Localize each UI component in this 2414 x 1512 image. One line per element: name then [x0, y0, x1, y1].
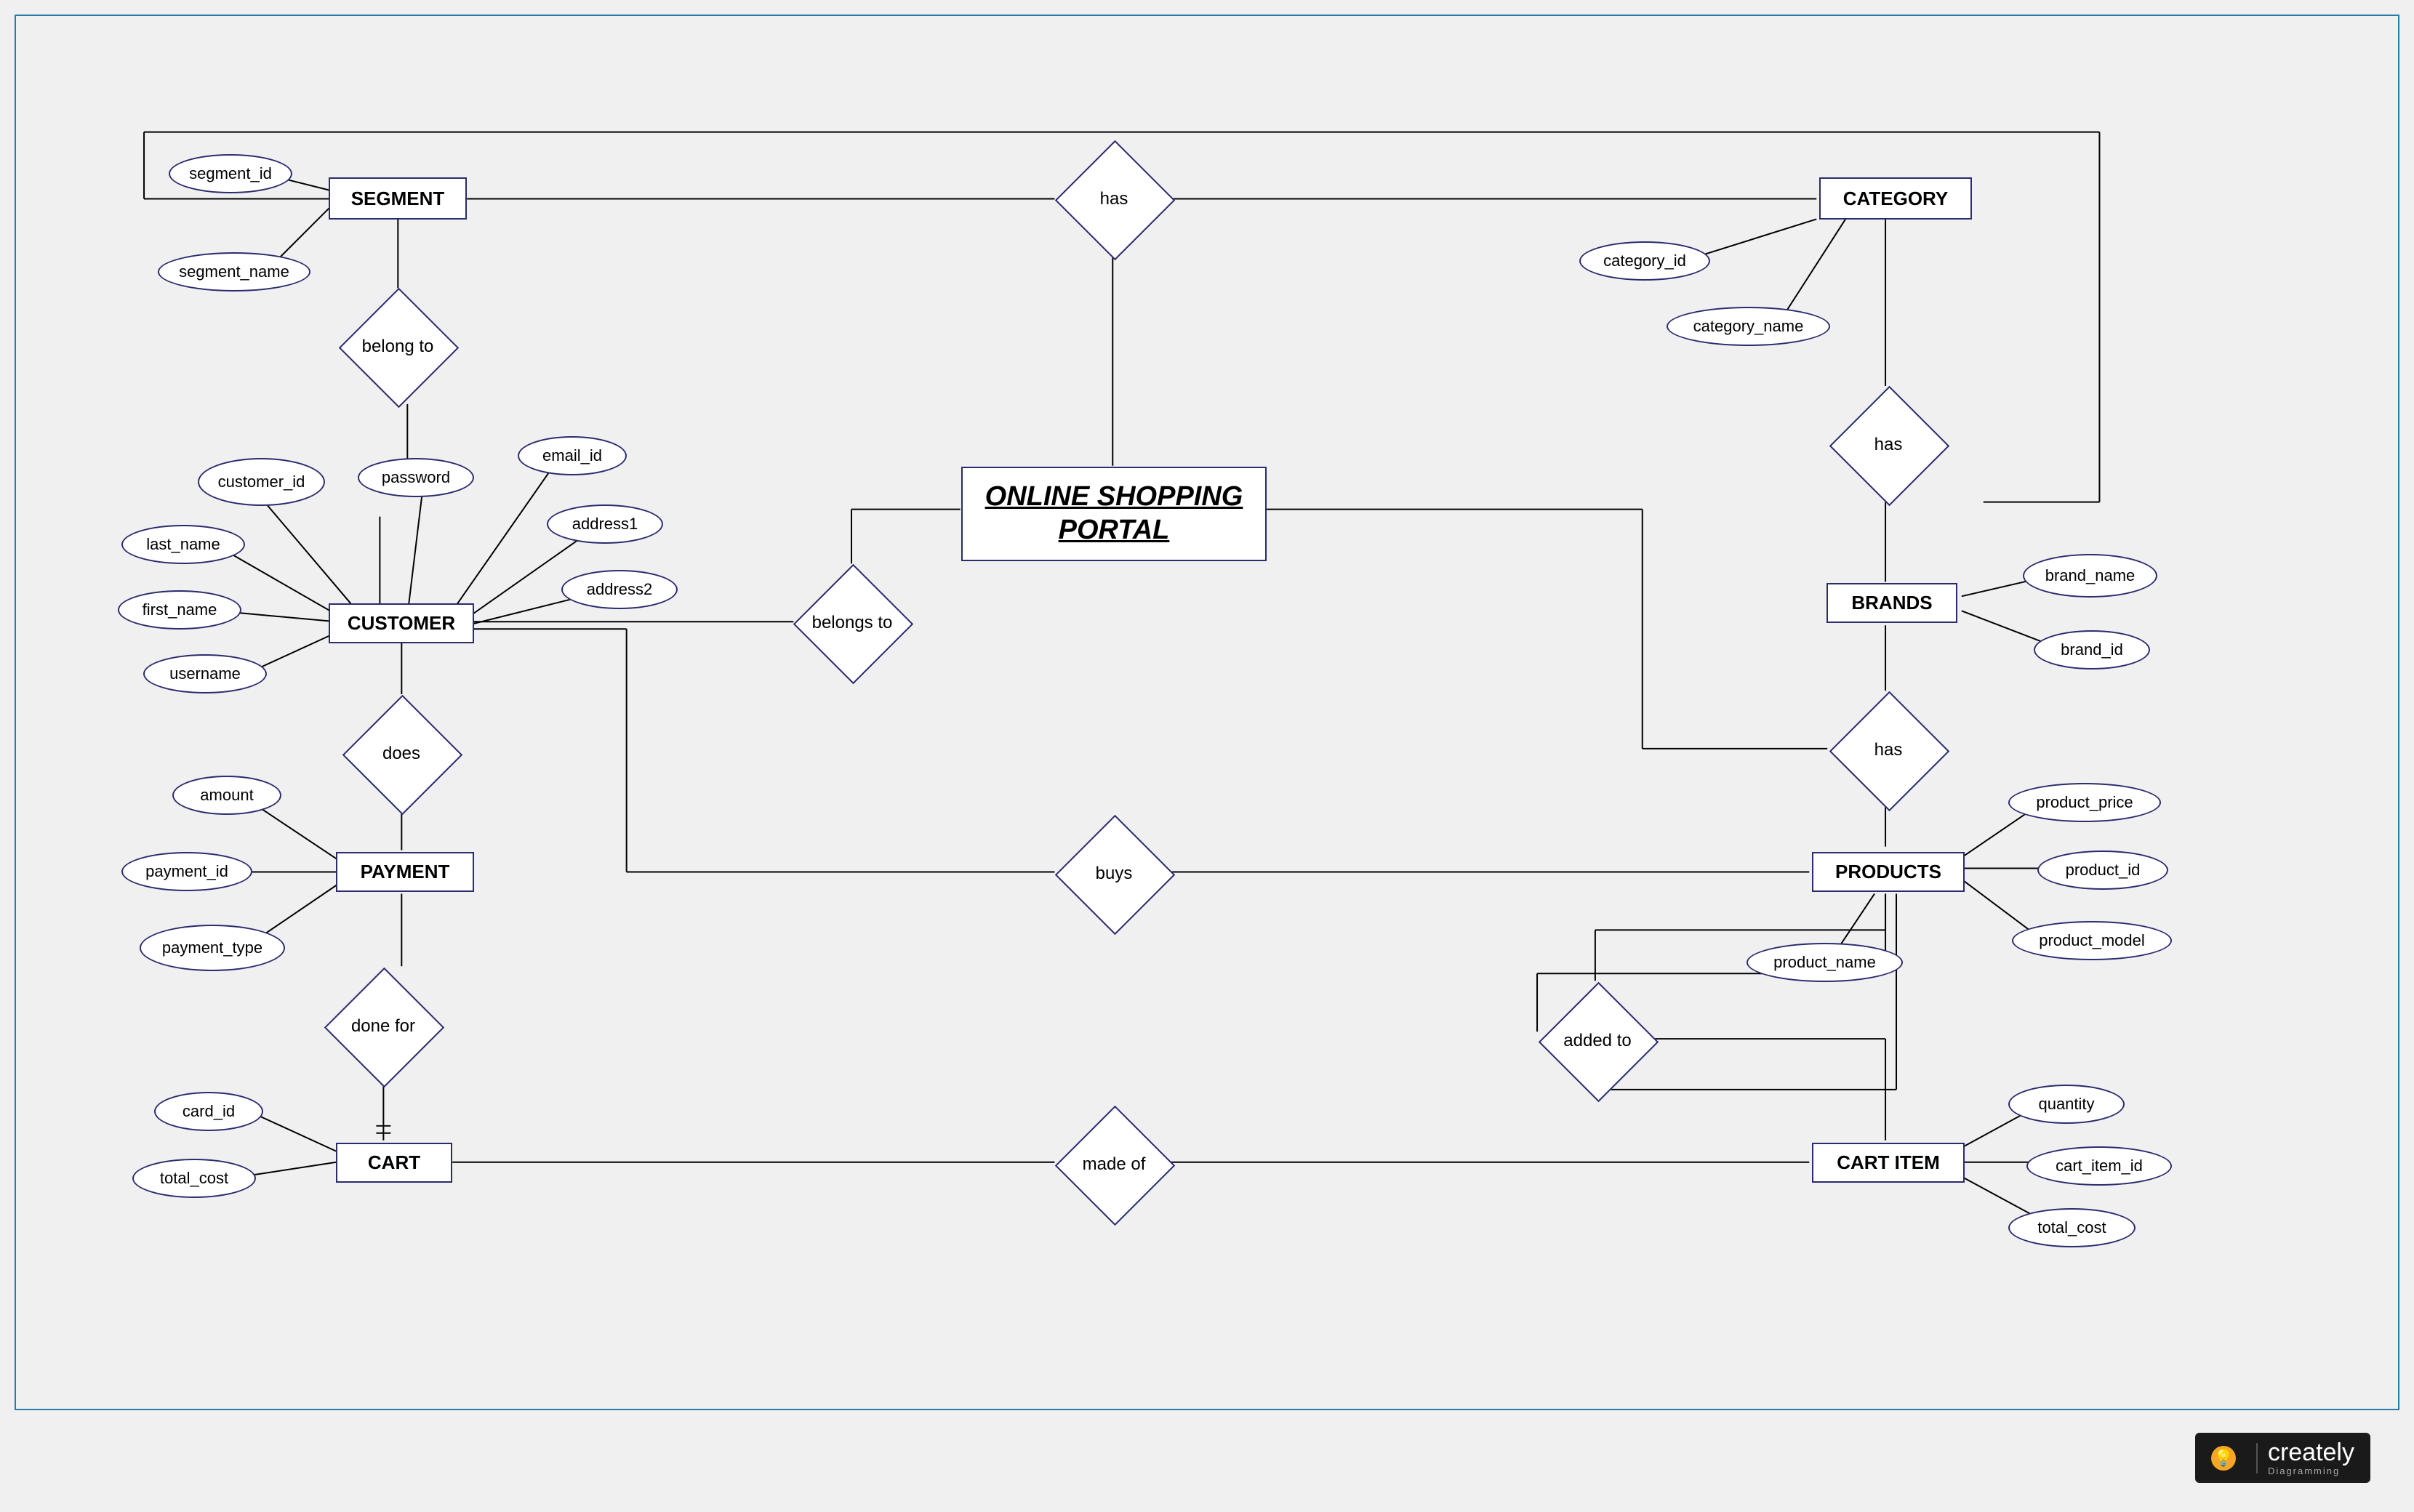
- attr-customer-id: customer_id: [198, 458, 325, 506]
- entity-label: BRANDS: [1851, 592, 1932, 614]
- attr-username: username: [143, 654, 267, 693]
- attr-label: last_name: [146, 536, 220, 553]
- attr-payment-type: payment_type: [140, 925, 285, 971]
- rel-belong-to: belong to: [340, 289, 456, 405]
- attr-label: cart_item_id: [2056, 1157, 2143, 1175]
- entity-brands: BRANDS: [1826, 583, 1957, 623]
- entity-label: CART: [368, 1151, 420, 1174]
- attr-category-id: category_id: [1579, 241, 1710, 281]
- rel-label: has: [1874, 740, 1903, 760]
- attr-total-cost-cart: total_cost: [132, 1159, 256, 1198]
- rel-belongs-to: belongs to: [794, 565, 910, 681]
- attr-payment-id: payment_id: [121, 852, 252, 891]
- attr-label: category_name: [1693, 318, 1804, 335]
- attr-product-model: product_model: [2012, 921, 2172, 960]
- logo-separator: [2256, 1443, 2258, 1473]
- diagram-canvas: ONLINE SHOPPING PORTAL SEGMENT CATEGORY …: [0, 0, 2414, 1512]
- attr-label: card_id: [183, 1103, 235, 1120]
- logo-sub: Diagramming: [2268, 1466, 2354, 1476]
- rel-does: does: [343, 696, 460, 812]
- attr-first-name: first_name: [118, 590, 241, 630]
- entity-category: CATEGORY: [1819, 177, 1972, 220]
- attr-address2: address2: [561, 570, 678, 609]
- entity-label: CART ITEM: [1837, 1151, 1940, 1174]
- entity-label: PAYMENT: [361, 861, 450, 883]
- attr-quantity: quantity: [2008, 1085, 2125, 1124]
- attr-label: address2: [587, 581, 653, 598]
- attr-card-id: card_id: [154, 1092, 263, 1131]
- rel-label: done for: [351, 1016, 415, 1037]
- attr-label: segment_id: [189, 165, 272, 182]
- attr-label: first_name: [143, 601, 217, 619]
- rel-label: does: [382, 744, 420, 764]
- attr-label: category_id: [1603, 252, 1686, 270]
- attr-cart-item-id: cart_item_id: [2026, 1146, 2172, 1186]
- attr-label: address1: [572, 515, 638, 533]
- entity-cart: CART: [336, 1143, 452, 1183]
- attr-amount: amount: [172, 776, 281, 815]
- rel-added-to: added to: [1539, 983, 1656, 1099]
- attr-brand-name: brand_name: [2023, 554, 2157, 598]
- rel-label: belong to: [362, 337, 434, 357]
- attr-label: customer_id: [218, 473, 305, 491]
- attr-password: password: [358, 458, 474, 497]
- rel-label: added to: [1563, 1031, 1631, 1051]
- creately-logo: 💡 creately Diagramming: [2195, 1433, 2370, 1483]
- attr-label: payment_id: [145, 863, 228, 880]
- rel-buys: buys: [1056, 816, 1172, 932]
- attr-segment-id: segment_id: [169, 154, 292, 193]
- entity-label: CATEGORY: [1843, 188, 1948, 210]
- attr-last-name: last_name: [121, 525, 245, 564]
- rel-has-brand-prod: has: [1830, 692, 1946, 808]
- attr-label: email_id: [542, 447, 602, 465]
- attr-label: total_cost: [2037, 1219, 2106, 1236]
- attr-brand-id: brand_id: [2034, 630, 2150, 669]
- rel-label: has: [1100, 189, 1128, 209]
- attr-label: product_price: [2036, 794, 2133, 811]
- attr-label: product_model: [2039, 932, 2145, 949]
- attr-product-price: product_price: [2008, 783, 2161, 822]
- attr-label: brand_name: [2045, 567, 2136, 584]
- entity-label: PRODUCTS: [1835, 861, 1941, 883]
- rel-made-of: made of: [1056, 1106, 1172, 1223]
- entity-products: PRODUCTS: [1812, 852, 1965, 892]
- attr-product-id: product_id: [2037, 850, 2168, 890]
- attr-label: amount: [200, 787, 253, 804]
- entity-label: SEGMENT: [351, 188, 445, 210]
- entity-customer: CUSTOMER: [329, 603, 474, 643]
- title-text: ONLINE SHOPPING PORTAL: [985, 480, 1243, 547]
- attr-label: product_name: [1773, 954, 1876, 971]
- attr-segment-name: segment_name: [158, 252, 310, 291]
- diagram-frame: ONLINE SHOPPING PORTAL SEGMENT CATEGORY …: [15, 15, 2399, 1410]
- entity-portal-title: ONLINE SHOPPING PORTAL: [961, 467, 1267, 561]
- rel-label: has: [1874, 435, 1903, 455]
- rel-label: belongs to: [812, 613, 893, 633]
- rel-has-top: has: [1056, 141, 1172, 257]
- rel-label: buys: [1096, 864, 1133, 884]
- entity-segment: SEGMENT: [329, 177, 467, 220]
- attr-label: total_cost: [160, 1170, 228, 1187]
- entity-cart-item: CART ITEM: [1812, 1143, 1965, 1183]
- attr-label: username: [169, 665, 241, 683]
- attr-label: quantity: [2038, 1095, 2094, 1113]
- rel-has-cat-brand: has: [1830, 387, 1946, 503]
- attr-label: brand_id: [2061, 641, 2123, 659]
- rel-done-for: done for: [325, 968, 441, 1085]
- attr-category-name: category_name: [1667, 307, 1830, 346]
- attr-address1: address1: [547, 504, 663, 544]
- attr-email-id: email_id: [518, 436, 627, 475]
- rel-label: made of: [1083, 1154, 1146, 1175]
- attr-product-name: product_name: [1747, 943, 1903, 982]
- attr-label: product_id: [2066, 861, 2141, 879]
- attr-total-cost-item: total_cost: [2008, 1208, 2136, 1247]
- logo-brand: creately: [2268, 1440, 2354, 1465]
- entity-payment: PAYMENT: [336, 852, 474, 892]
- attr-label: segment_name: [179, 263, 289, 281]
- attr-label: payment_type: [162, 939, 262, 957]
- attr-label: password: [382, 469, 450, 486]
- bulb-icon: 💡: [2211, 1446, 2236, 1471]
- entity-label: CUSTOMER: [348, 612, 455, 635]
